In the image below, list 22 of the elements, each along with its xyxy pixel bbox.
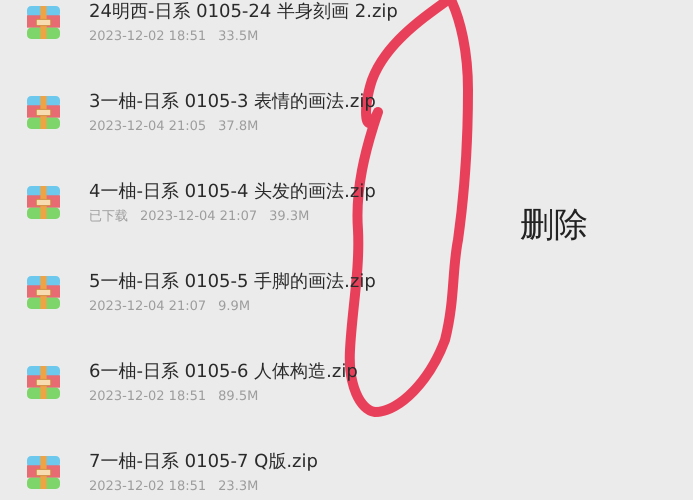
archive-icon xyxy=(27,96,60,129)
file-date: 2023-12-04 21:05 xyxy=(89,118,206,136)
file-name[interactable]: 24明西-日系 0105-24 半身刻画 2.zip xyxy=(89,0,398,24)
file-status: 已下载 xyxy=(89,208,128,226)
file-date: 2023-12-02 18:51 xyxy=(89,478,206,496)
archive-icon xyxy=(27,186,60,219)
file-date: 2023-12-04 21:07 xyxy=(89,298,206,316)
file-size: 9.9M xyxy=(218,298,250,316)
archive-icon xyxy=(27,366,60,399)
file-size: 37.8M xyxy=(218,118,258,136)
file-size: 89.5M xyxy=(218,388,258,406)
file-date: 2023-12-02 18:51 xyxy=(89,28,206,46)
file-size: 23.3M xyxy=(218,478,258,496)
annotation-label: 删除 xyxy=(520,204,588,247)
archive-icon xyxy=(27,6,60,39)
file-size: 33.5M xyxy=(218,28,258,46)
file-date: 2023-12-04 21:07 xyxy=(140,208,258,226)
file-size: 39.3M xyxy=(269,208,310,226)
archive-icon xyxy=(27,276,60,309)
file-name[interactable]: 7一柚-日系 0105-7 Q版.zip xyxy=(89,450,318,474)
archive-icon xyxy=(27,456,60,489)
file-date: 2023-12-02 18:51 xyxy=(89,388,206,406)
